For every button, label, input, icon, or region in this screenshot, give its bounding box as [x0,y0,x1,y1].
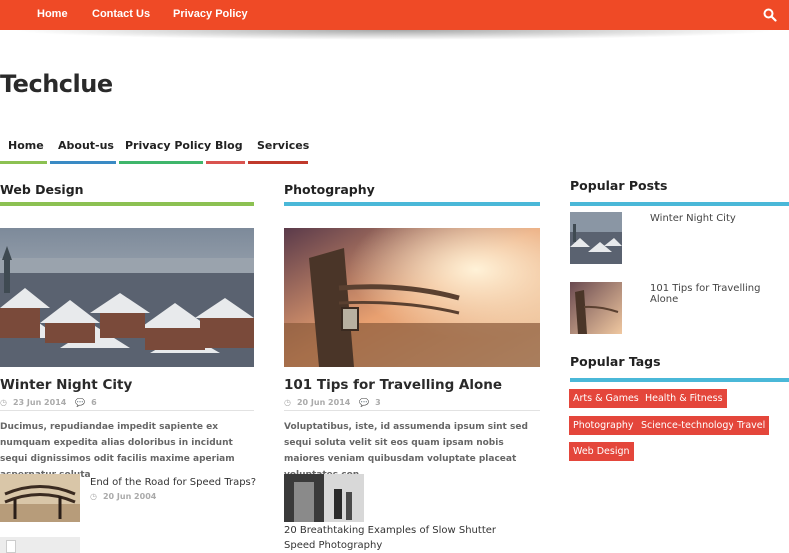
top-nav-home[interactable]: Home [37,8,68,20]
search-icon[interactable] [763,8,777,22]
main-nav-services[interactable]: Services [257,139,309,152]
main-nav-blog[interactable]: Blog [215,139,243,152]
popular-post-1-thumbnail[interactable] [570,212,622,264]
partial-thumbnail[interactable] [0,537,80,553]
popular-post-2-title[interactable]: 101 Tips for Travelling Alone [650,283,789,305]
speed-traps-title[interactable]: End of the Road for Speed Traps? [90,475,260,490]
top-navigation-bar: Home Contact Us Privacy Policy [0,0,789,30]
post-date: 20 Jun 2014 [296,398,351,407]
site-title[interactable]: Techclue [0,70,113,98]
winter-night-city-title[interactable]: Winter Night City [0,377,132,393]
top-nav-contact-us[interactable]: Contact Us [92,8,150,20]
winter-night-city-meta: ◷ 23 Jun 2014 💬 6 [0,398,103,407]
main-nav-about-us-underline [50,161,116,164]
main-nav-home-underline [0,161,47,164]
popular-posts-heading: Popular Posts [570,178,668,193]
main-nav-services-underline [248,161,308,164]
popular-post-1-title[interactable]: Winter Night City [650,213,736,224]
comment-icon: 💬 [75,398,86,407]
clock-icon: ◷ [90,492,97,501]
main-nav-blog-underline [206,161,245,164]
photography-heading-underline [284,202,540,206]
main-nav-home[interactable]: Home [8,139,44,152]
post-date: 23 Jun 2014 [12,398,67,407]
speed-traps-thumbnail[interactable] [0,474,80,522]
divider [0,410,254,411]
tag-arts-games[interactable]: Arts & Games [569,389,643,408]
web-design-heading[interactable]: Web Design [0,182,84,197]
travelling-alone-image[interactable] [284,228,540,367]
main-nav-privacy-policy[interactable]: Privacy Policy [125,139,211,152]
main-nav-privacy-policy-underline [119,161,203,164]
divider [284,410,540,411]
popular-tags-heading: Popular Tags [570,354,661,369]
tag-travel[interactable]: Travel [733,416,770,435]
popular-tags-underline [570,378,789,382]
travelling-alone-title[interactable]: 101 Tips for Travelling Alone [284,377,502,393]
speed-traps-meta: ◷ 20 Jun 2004 [90,492,162,501]
slow-shutter-title[interactable]: 20 Breathtaking Examples of Slow Shutter… [284,523,504,553]
comment-count: 3 [375,398,381,407]
winter-night-city-image[interactable] [0,228,254,367]
tag-photography[interactable]: Photography [569,416,638,435]
comment-count: 6 [91,398,97,407]
tag-health-fitness[interactable]: Health & Fitness [641,389,727,408]
tag-science-technology[interactable]: Science-technology [637,416,739,435]
main-nav-about-us[interactable]: About-us [58,139,114,152]
header-shadow [10,30,780,40]
popular-post-2-thumbnail[interactable] [570,282,622,334]
top-nav-privacy-policy[interactable]: Privacy Policy [173,8,248,20]
travelling-alone-meta: ◷ 20 Jun 2014 💬 3 [284,398,387,407]
tag-web-design[interactable]: Web Design [569,442,634,461]
photography-heading[interactable]: Photography [284,182,375,197]
comment-icon: 💬 [359,398,370,407]
slow-shutter-thumbnail[interactable] [284,474,364,522]
clock-icon: ◷ [0,398,7,407]
post-date: 20 Jun 2004 [102,492,157,501]
web-design-heading-underline [0,202,254,206]
popular-posts-underline [570,202,789,206]
clock-icon: ◷ [284,398,291,407]
